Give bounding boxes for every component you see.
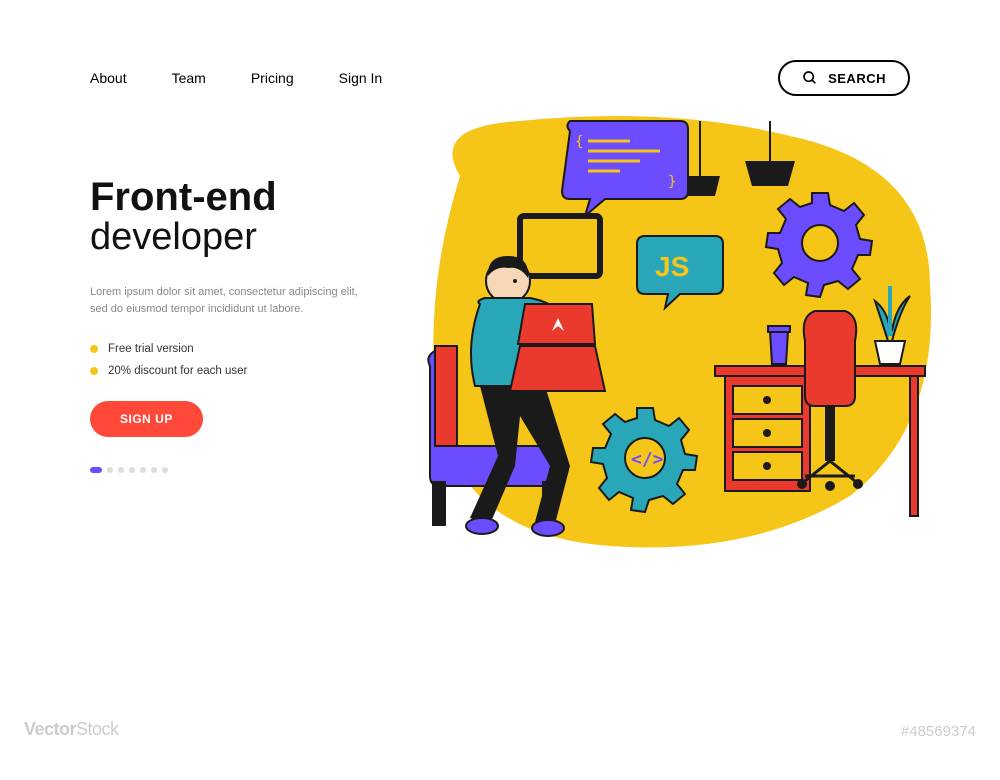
dot[interactable] [162, 467, 168, 473]
hero-text: Front-end developer Lorem ipsum dolor si… [90, 146, 360, 596]
carousel-dots [90, 467, 360, 473]
hero-desc: Lorem ipsum dolor sit amet, consectetur … [90, 284, 360, 319]
nav-team[interactable]: Team [172, 70, 206, 86]
dot[interactable] [129, 467, 135, 473]
svg-text:JS: JS [655, 251, 689, 282]
dot[interactable] [107, 467, 113, 473]
bullet-item: Free trial version [90, 343, 360, 355]
dot[interactable] [140, 467, 146, 473]
watermark-brand: VectorStock [24, 719, 119, 740]
dot[interactable] [118, 467, 124, 473]
code-gear-icon: </> [591, 408, 697, 512]
title-strong: Front-end [90, 176, 360, 218]
title-light: developer [90, 218, 360, 258]
svg-text:{: { [575, 134, 583, 150]
nav-pricing[interactable]: Pricing [251, 70, 294, 86]
nav-signin[interactable]: Sign In [339, 70, 383, 86]
dot[interactable] [151, 467, 157, 473]
bullet-item: 20% discount for each user [90, 365, 360, 377]
bullets: Free trial version 20% discount for each… [90, 343, 360, 377]
laptop-icon [510, 304, 605, 391]
gear-icon [766, 193, 872, 297]
search-label: SEARCH [828, 71, 886, 86]
svg-text:</>: </> [631, 449, 664, 470]
svg-text:}: } [668, 174, 676, 190]
illustration-svg: { } JS [370, 86, 950, 586]
hero-illustration: { } JS [380, 146, 910, 596]
watermark-id: #48569374 [901, 723, 976, 740]
nav-links: About Team Pricing Sign In [90, 70, 382, 86]
hero: Front-end developer Lorem ipsum dolor si… [90, 146, 910, 596]
dot[interactable] [90, 467, 102, 473]
nav-about[interactable]: About [90, 70, 127, 86]
coffee-icon [768, 326, 790, 364]
signup-button[interactable]: SIGN UP [90, 401, 203, 437]
search-icon [802, 70, 818, 86]
